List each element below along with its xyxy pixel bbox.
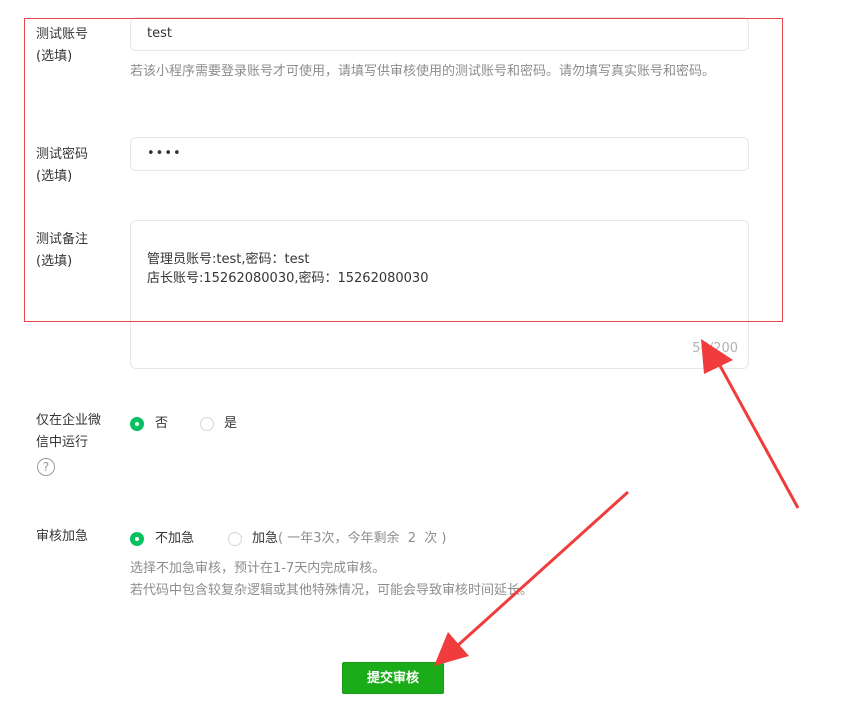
arrow-to-submit-icon [434, 490, 630, 666]
arrow-to-note-icon [701, 339, 800, 509]
annotation-arrows [434, 339, 800, 666]
